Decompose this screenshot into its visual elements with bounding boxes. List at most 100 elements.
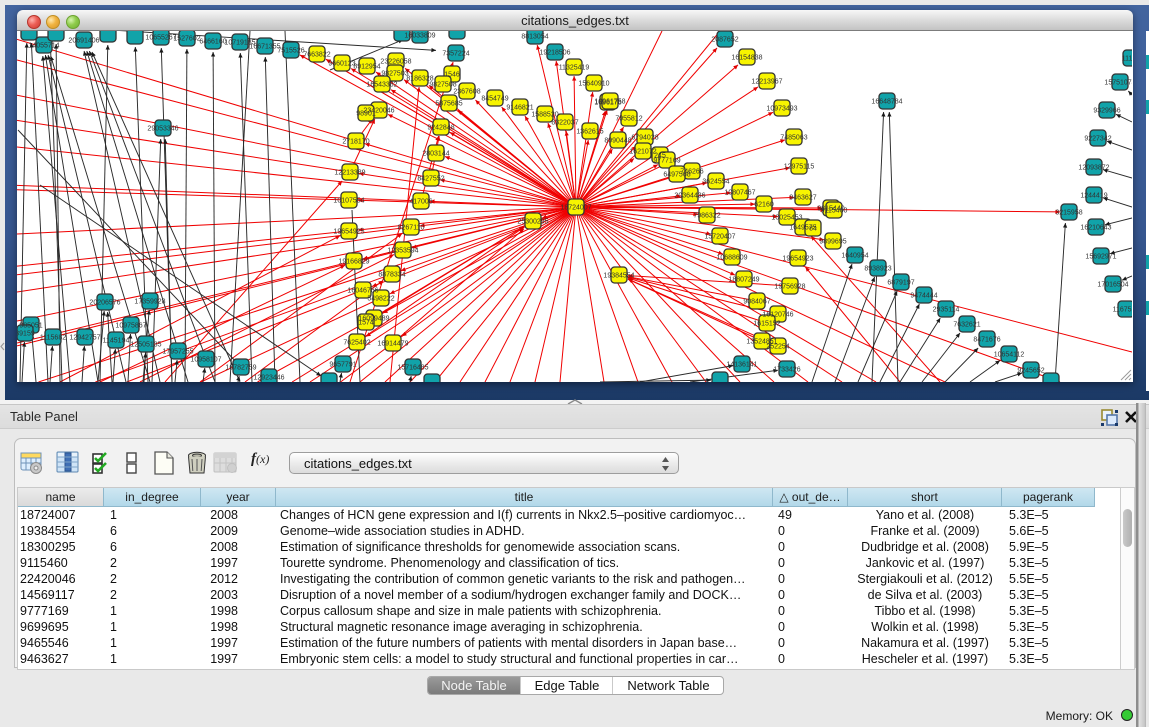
svg-text:20364436: 20364436: [674, 193, 705, 200]
svg-text:12213967: 12213967: [751, 79, 782, 86]
svg-text:12213389: 12213389: [334, 170, 365, 177]
svg-text:3215958: 3215958: [1055, 210, 1082, 217]
svg-text:10654112: 10654112: [994, 352, 1025, 359]
svg-text:19654925: 19654925: [333, 229, 364, 236]
svg-text:8322037: 8322037: [551, 120, 578, 127]
svg-text:16914479: 16914479: [377, 341, 408, 348]
svg-text:12505135: 12505135: [130, 342, 161, 349]
svg-text:7625402: 7625402: [343, 340, 370, 347]
svg-text:7632621: 7632621: [953, 322, 980, 329]
svg-text:20206576: 20206576: [89, 300, 120, 307]
svg-text:7663822: 7663822: [303, 52, 330, 59]
svg-text:15640910: 15640910: [578, 81, 609, 88]
svg-text:39159: 39159: [17, 331, 35, 338]
svg-text:10655267: 10655267: [145, 35, 176, 42]
svg-text:2935114: 2935114: [933, 307, 960, 314]
svg-text:9474444: 9474444: [910, 293, 937, 300]
svg-text:62160: 62160: [754, 202, 774, 209]
svg-text:16543382: 16543382: [366, 82, 397, 89]
svg-text:9463627: 9463627: [789, 195, 816, 202]
svg-text:9827508: 9827508: [429, 82, 456, 89]
svg-text:3624554: 3624554: [702, 179, 729, 186]
svg-text:8267110: 8267110: [398, 225, 425, 232]
svg-text:19654923: 19654923: [782, 256, 813, 263]
svg-text:1167533: 1167533: [1113, 307, 1132, 314]
svg-text:10973493: 10973493: [766, 106, 797, 113]
svg-text:18807249: 18807249: [728, 277, 759, 284]
svg-text:10807467: 10807467: [724, 190, 755, 197]
svg-text:10975867: 10975867: [115, 323, 146, 330]
svg-text:15716485: 15716485: [397, 365, 428, 372]
svg-text:16033809: 16033809: [404, 33, 435, 40]
svg-text:16154838: 16154838: [731, 55, 762, 62]
svg-text:1621072: 1621072: [629, 149, 656, 156]
svg-text:84: 84: [809, 226, 817, 233]
svg-text:12942757: 12942757: [69, 335, 100, 342]
svg-text:7515526: 7515526: [277, 48, 304, 55]
svg-text:1588520: 1588520: [531, 112, 558, 119]
svg-text:11125: 11125: [1122, 56, 1132, 63]
svg-text:6497568: 6497568: [663, 172, 690, 179]
svg-text:10025453: 10025453: [771, 215, 802, 222]
svg-text:16782759: 16782759: [225, 365, 256, 372]
svg-text:10961758: 10961758: [594, 99, 625, 106]
svg-text:12353594: 12353594: [387, 248, 418, 255]
svg-text:17359928: 17359928: [134, 299, 165, 306]
svg-text:1733426: 1733426: [773, 367, 800, 374]
svg-text:23226058: 23226058: [380, 59, 411, 66]
svg-text:7357224: 7357224: [442, 51, 469, 58]
svg-text:12923446: 12923446: [253, 375, 284, 382]
svg-text:1546: 1546: [444, 72, 460, 79]
svg-text:17957255: 17957255: [162, 349, 193, 356]
svg-text:9329966: 9329966: [1093, 108, 1120, 115]
svg-text:10958107: 10958107: [190, 357, 221, 364]
svg-text:1615152: 1615152: [753, 321, 780, 328]
svg-text:9827503: 9827503: [381, 71, 408, 78]
svg-text:7986322: 7986322: [693, 213, 720, 220]
svg-text:9777169: 9777169: [653, 158, 680, 165]
svg-text:17016504: 17016504: [1097, 282, 1128, 289]
svg-text:9227342: 9227342: [1084, 136, 1111, 143]
svg-text:16046766: 16046766: [347, 288, 378, 295]
svg-text:14055714: 14055714: [28, 43, 59, 50]
svg-text:1574: 1574: [358, 320, 374, 327]
svg-text:1115682: 1115682: [40, 335, 66, 342]
svg-text:252254: 252254: [766, 344, 789, 351]
svg-text:9245652: 9245652: [1017, 368, 1044, 375]
svg-text:2367608: 2367608: [453, 89, 480, 96]
svg-text:19756928: 19756928: [774, 284, 805, 291]
svg-text:9899695: 9899695: [819, 239, 846, 246]
svg-text:1640954: 1640954: [841, 253, 868, 260]
svg-text:19166829: 19166829: [338, 259, 369, 266]
svg-text:1244419: 1244419: [1080, 193, 1107, 200]
svg-text:2803144: 2803144: [422, 151, 449, 158]
svg-text:11325419: 11325419: [559, 65, 590, 72]
svg-text:6879197: 6879197: [887, 280, 914, 287]
svg-text:8912954: 8912954: [353, 64, 380, 71]
svg-text:10688609: 10688609: [716, 255, 747, 262]
svg-text:7955812: 7955812: [615, 116, 642, 123]
svg-text:19218506: 19218506: [539, 50, 570, 57]
svg-text:6466160: 6466160: [199, 39, 226, 46]
svg-text:16648784: 16648784: [871, 99, 902, 106]
svg-text:98901: 98901: [356, 111, 376, 118]
svg-text:8938923: 8938923: [864, 266, 891, 273]
svg-text:9242848: 9242848: [427, 125, 454, 132]
svg-text:25300295: 25300295: [517, 219, 548, 226]
svg-text:18724007: 18724007: [560, 205, 591, 212]
svg-text:15751074: 15751074: [1104, 80, 1132, 87]
svg-text:8990448: 8990448: [604, 138, 631, 145]
svg-text:15720407: 15720407: [704, 234, 735, 241]
svg-text:12093872: 12093872: [1078, 165, 1109, 172]
svg-text:8427552: 8427552: [417, 176, 444, 183]
svg-text:1145194: 1145194: [103, 338, 130, 345]
svg-text:10107554: 10107554: [333, 198, 364, 205]
svg-text:8878334: 8878334: [378, 272, 405, 279]
svg-text:1362615: 1362615: [576, 129, 603, 136]
svg-text:5498222: 5498222: [367, 296, 394, 303]
svg-text:8454749: 8454749: [481, 96, 508, 103]
svg-text:19384554: 19384554: [603, 273, 634, 280]
svg-text:12975115: 12975115: [784, 164, 815, 171]
svg-text:15692971: 15692971: [1085, 254, 1116, 261]
svg-text:8471676: 8471676: [973, 337, 1000, 344]
